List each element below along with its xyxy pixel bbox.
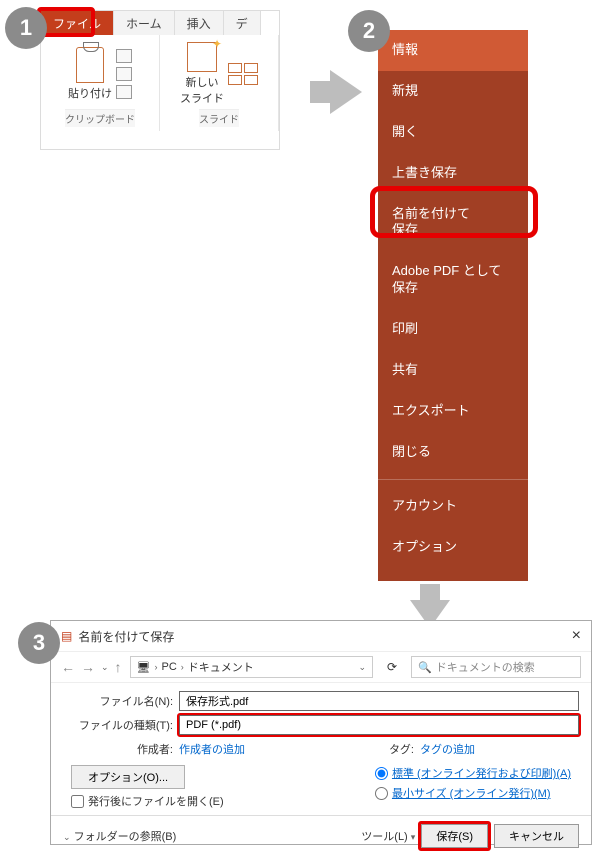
author-label: 作成者: — [63, 741, 173, 757]
format-painter-icon[interactable] — [116, 85, 132, 99]
backstage-item-export[interactable]: エクスポート — [378, 391, 528, 432]
filename-label: ファイル名(N): — [63, 693, 173, 709]
search-icon: 🔍 — [418, 661, 432, 674]
tab-home[interactable]: ホーム — [114, 11, 175, 35]
tools-label: ツール(L) — [361, 831, 407, 843]
step-badge-1: 1 — [5, 7, 47, 49]
group-caption-clipboard: クリップボード — [65, 109, 135, 127]
refresh-icon[interactable]: ⟳ — [381, 656, 403, 678]
filetype-dropdown[interactable] — [179, 715, 579, 735]
ribbon-body: 貼り付け クリップボード 新しい スライド スライド — [41, 35, 279, 131]
tab-insert[interactable]: 挿入 — [175, 11, 224, 35]
dialog-title: 名前を付けて保存 — [78, 628, 174, 645]
open-after-checkbox[interactable] — [71, 795, 84, 808]
ribbon-snippet: ファイル ホーム 挿入 デ 貼り付け クリップボード — [40, 10, 280, 150]
highlight-box-step2 — [370, 186, 538, 238]
path-documents[interactable]: ドキュメント — [188, 659, 254, 675]
browse-folders-label: フォルダーの参照(B) — [74, 831, 177, 843]
radio-minimum-input[interactable] — [375, 787, 388, 800]
tools-dropdown[interactable]: ツール(L) ▾ — [361, 828, 415, 844]
close-icon[interactable]: × — [572, 627, 581, 645]
paste-label: 貼り付け — [68, 85, 112, 101]
nav-up-icon[interactable]: ↑ — [115, 659, 122, 675]
search-placeholder: ドキュメントの検索 — [436, 659, 535, 675]
backstage-item-account[interactable]: アカウント — [378, 486, 528, 527]
radio-standard[interactable]: 標準 (オンライン発行および印刷)(A) — [375, 765, 571, 781]
nav-forward-icon[interactable]: → — [81, 659, 95, 675]
dialog-address-bar: ← → ⌄ ↑ 🖥 › PC › ドキュメント ⌄ ⟳ 🔍 ドキュメントの検索 — [51, 651, 591, 683]
ribbon-tabs: ファイル ホーム 挿入 デ — [41, 11, 279, 35]
tab-design-cut[interactable]: デ — [224, 11, 261, 35]
backstage-item-close[interactable]: 閉じる — [378, 432, 528, 473]
backstage-menu: 情報 新規 開く 上書き保存 名前を付けて 保存 Adobe PDF として 保… — [378, 30, 528, 581]
step-badge-2: 2 — [348, 10, 390, 52]
backstage-item-new[interactable]: 新規 — [378, 71, 528, 112]
save-as-dialog: ▤ 名前を付けて保存 × ← → ⌄ ↑ 🖥 › PC › ドキュメント ⌄ ⟳… — [50, 620, 592, 845]
backstage-item-share[interactable]: 共有 — [378, 350, 528, 391]
radio-standard-label: 標準 (オンライン発行および印刷)(A) — [392, 765, 571, 781]
save-button[interactable]: 保存(S) — [421, 824, 488, 848]
dialog-titlebar: ▤ 名前を付けて保存 × — [51, 621, 591, 651]
radio-standard-input[interactable] — [375, 767, 388, 780]
backstage-item-options[interactable]: オプション — [378, 527, 528, 568]
path-pc[interactable]: PC — [162, 661, 177, 673]
radio-minimum[interactable]: 最小サイズ (オンライン発行)(M) — [375, 785, 571, 801]
group-caption-slides: スライド — [199, 109, 239, 127]
radio-minimum-label: 最小サイズ (オンライン発行)(M) — [392, 785, 551, 801]
arrow-right-icon — [330, 70, 362, 114]
paste-icon[interactable] — [76, 47, 104, 83]
clipboard-small-buttons[interactable] — [116, 49, 132, 99]
step-badge-3: 3 — [18, 622, 60, 664]
tag-label: タグ: — [344, 741, 414, 757]
group-clipboard: 貼り付け クリップボード — [41, 35, 160, 131]
path-input[interactable]: 🖥 › PC › ドキュメント ⌄ — [130, 656, 373, 678]
tag-add-link[interactable]: タグの追加 — [420, 741, 579, 757]
cancel-button[interactable]: キャンセル — [494, 824, 579, 848]
filetype-label: ファイルの種類(T): — [63, 717, 173, 733]
filename-input[interactable] — [179, 691, 579, 711]
group-slides: 新しい スライド スライド — [160, 35, 279, 131]
file-icon: ▤ — [61, 629, 72, 643]
search-input[interactable]: 🔍 ドキュメントの検索 — [411, 656, 581, 678]
backstage-item-adobepdf[interactable]: Adobe PDF として 保存 — [378, 251, 528, 309]
tab-file[interactable]: ファイル — [41, 11, 114, 35]
backstage-item-info[interactable]: 情報 — [378, 30, 528, 71]
open-after-label: 発行後にファイルを開く(E) — [88, 793, 224, 809]
backstage-item-open[interactable]: 開く — [378, 112, 528, 153]
copy-icon[interactable] — [116, 67, 132, 81]
new-slide-icon[interactable] — [187, 42, 217, 72]
nav-history-dropdown[interactable]: ⌄ — [101, 662, 109, 673]
slide-layout-icons[interactable] — [228, 63, 258, 85]
save-button-label: 保存(S) — [436, 831, 473, 843]
cut-icon[interactable] — [116, 49, 132, 63]
path-dropdown-icon[interactable]: ⌄ — [358, 662, 366, 673]
browse-folders-toggle[interactable]: ⌄ フォルダーの参照(B) — [63, 828, 176, 844]
author-add-link[interactable]: 作成者の追加 — [179, 741, 338, 757]
backstage-separator — [378, 479, 528, 480]
new-slide-label: 新しい スライド — [180, 74, 224, 106]
tools-chevron-icon: ▾ — [411, 832, 416, 842]
options-button[interactable]: オプション(O)... — [71, 765, 185, 789]
pc-icon: 🖥 — [137, 661, 151, 674]
nav-back-icon[interactable]: ← — [61, 659, 75, 675]
chevron-down-icon: ⌄ — [63, 832, 71, 842]
backstage-item-print[interactable]: 印刷 — [378, 309, 528, 350]
